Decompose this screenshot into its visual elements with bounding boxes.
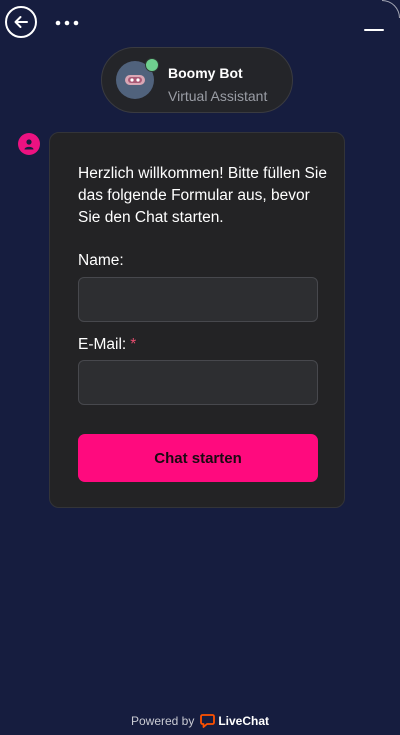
agent-role: Virtual Assistant — [168, 88, 268, 104]
powered-by-text: Powered by — [130, 714, 195, 728]
chat-widget: Boomy Bot Virtual Assistant Herzlich wil… — [0, 0, 400, 735]
online-status-dot — [145, 58, 159, 72]
name-label-text: Name: — [78, 252, 124, 269]
more-options-button[interactable] — [54, 12, 82, 34]
user-icon — [24, 139, 34, 150]
minimize-button[interactable] — [362, 18, 386, 36]
start-chat-button[interactable]: Chat starten — [78, 434, 318, 482]
arrow-left-icon — [14, 16, 28, 28]
bot-avatar — [116, 58, 159, 99]
agent-name: Boomy Bot — [168, 65, 243, 81]
agent-header: Boomy Bot Virtual Assistant — [101, 47, 293, 113]
more-horizontal-icon — [55, 20, 79, 26]
minimize-icon — [364, 29, 384, 31]
email-label-text: E-Mail: — [78, 336, 127, 353]
name-label: Name: — [78, 252, 124, 270]
back-button[interactable] — [5, 6, 37, 38]
required-indicator: * — [130, 336, 137, 353]
email-label: E-Mail: * — [78, 336, 136, 354]
prechat-form-card: Herzlich willkommen! Bitte füllen Sie da… — [49, 132, 345, 508]
email-input[interactable] — [78, 360, 318, 405]
brand-name: LiveChat — [218, 714, 270, 728]
livechat-logo-icon — [200, 714, 216, 728]
window-corner — [382, 0, 400, 18]
welcome-message: Herzlich willkommen! Bitte füllen Sie da… — [78, 165, 327, 226]
footer: Powered by LiveChat — [0, 711, 400, 731]
bot-face-icon — [125, 75, 145, 85]
name-input[interactable] — [78, 277, 318, 322]
livechat-brand-link[interactable]: LiveChat — [200, 714, 269, 728]
sender-avatar — [18, 133, 40, 155]
